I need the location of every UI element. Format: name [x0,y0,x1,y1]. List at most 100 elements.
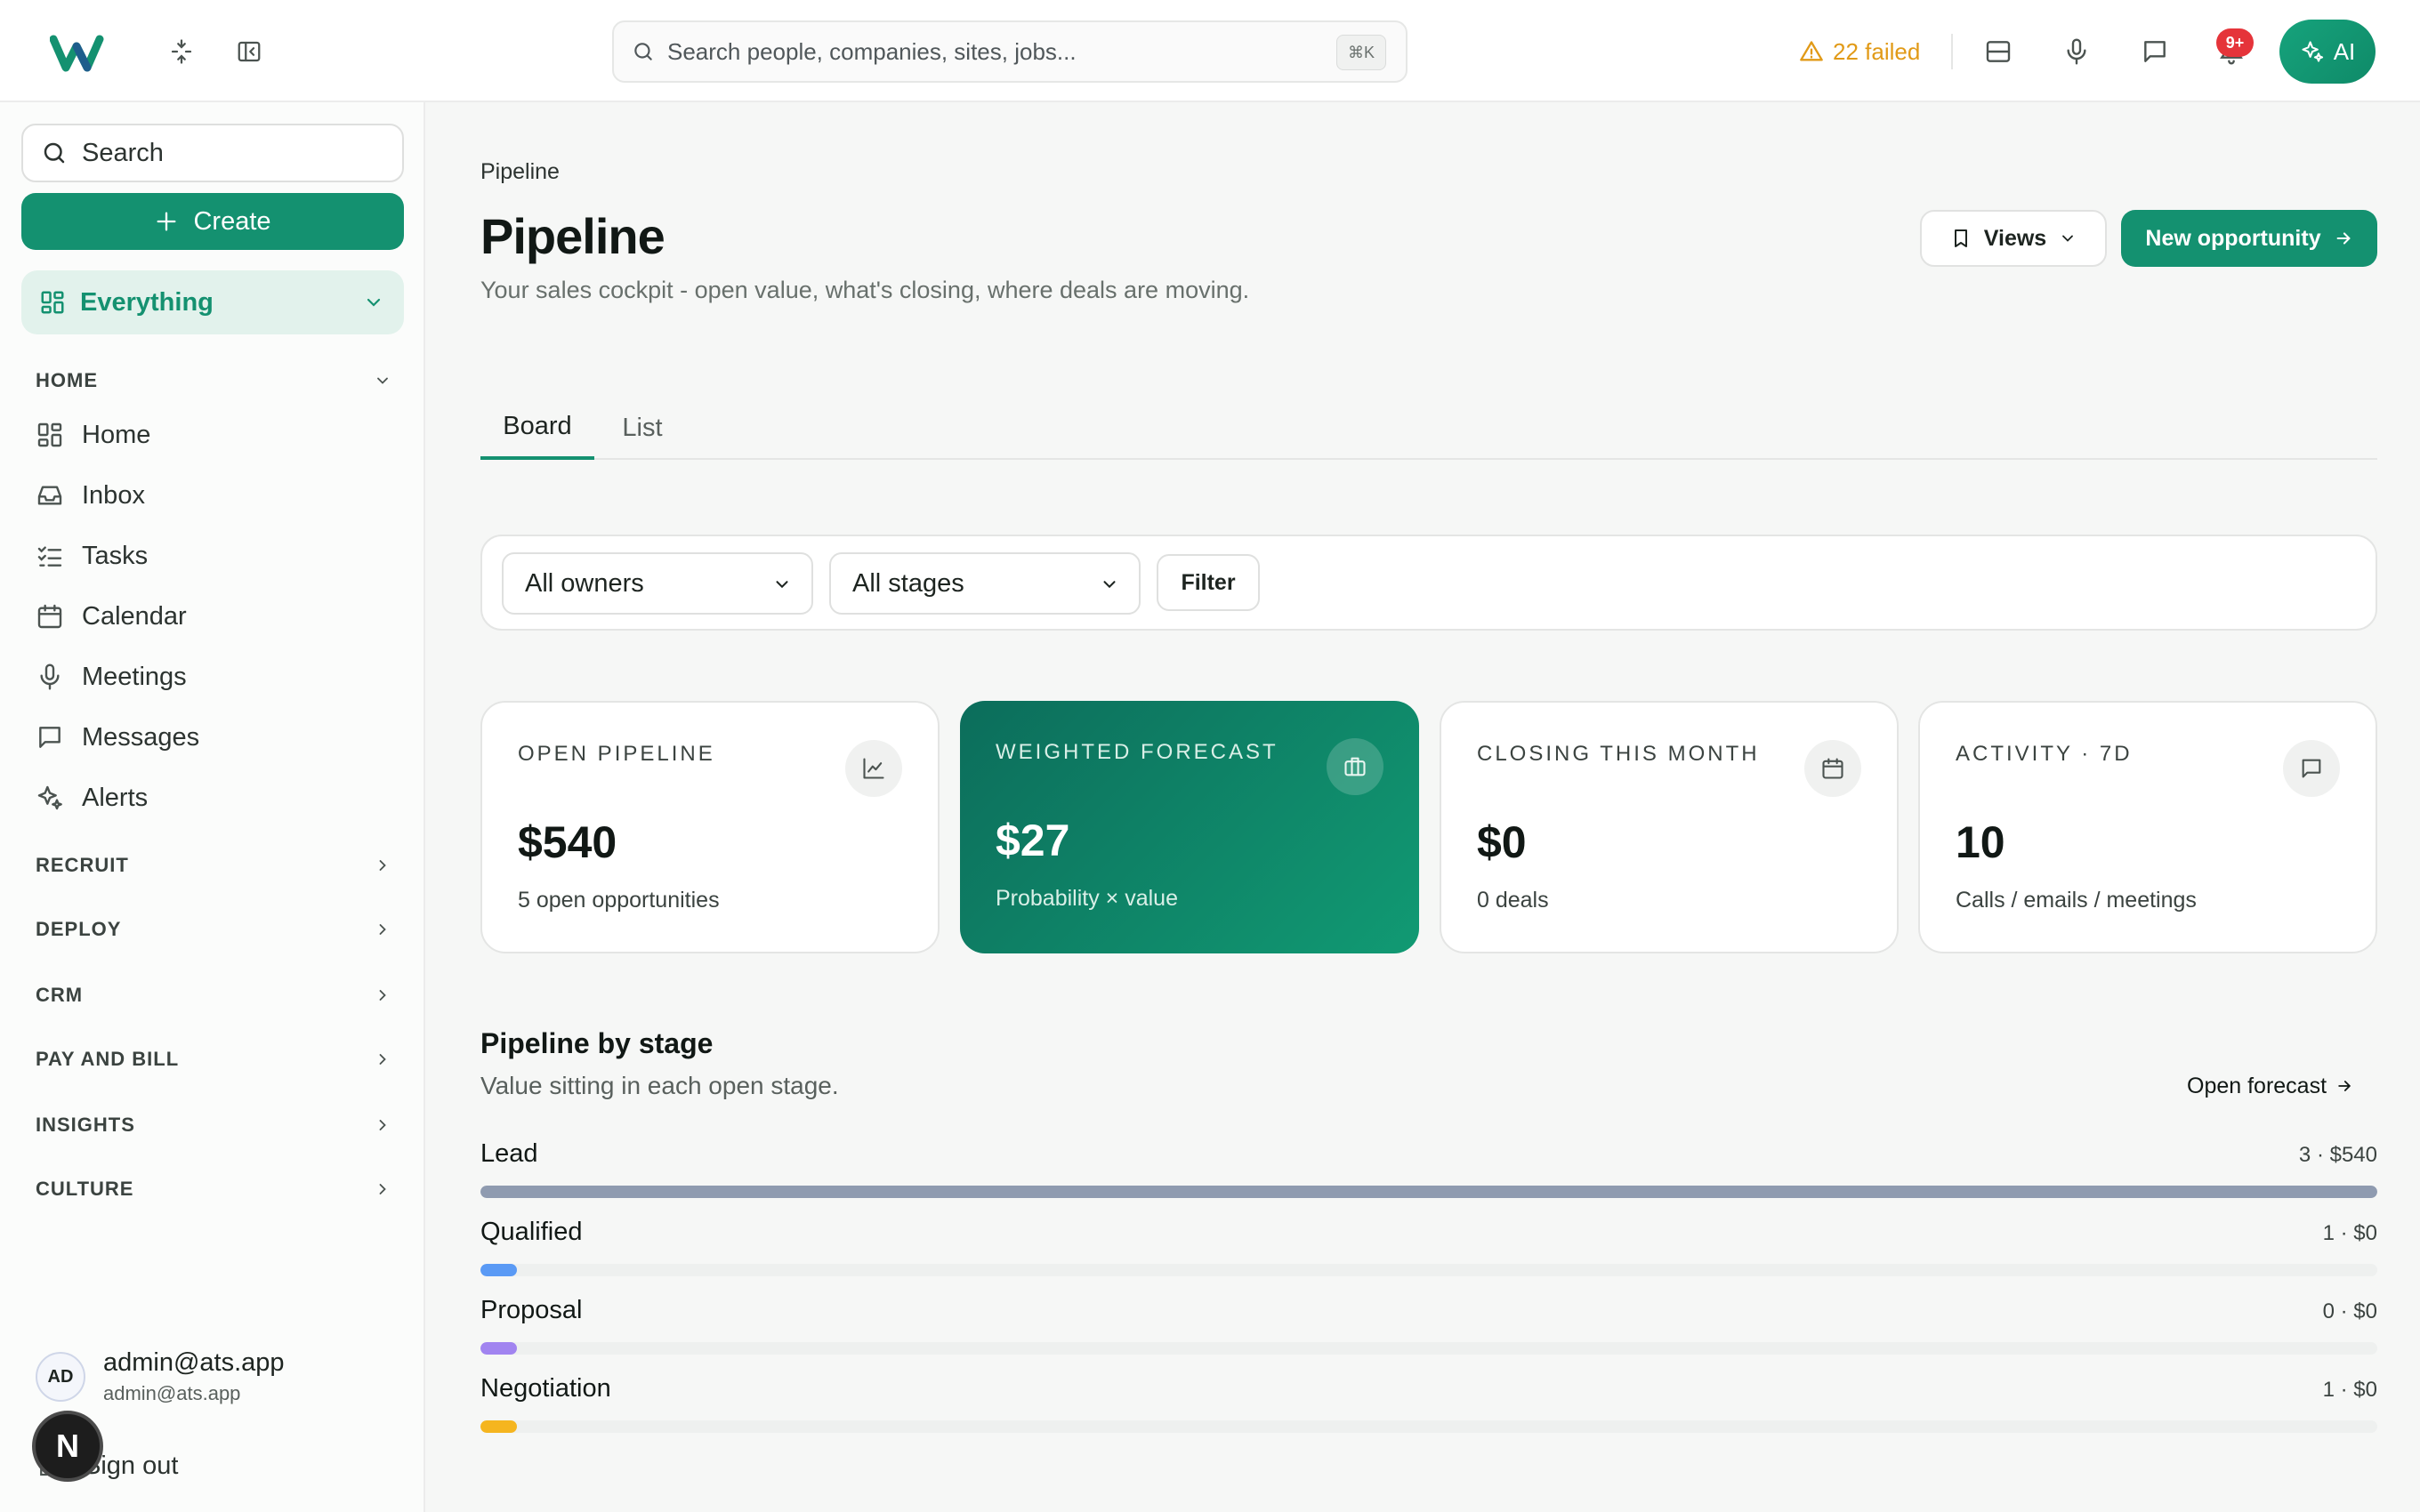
sidebar-section-insights[interactable]: INSIGHTS [36,1107,391,1143]
failed-jobs-indicator[interactable]: 22 failed [1799,32,1920,71]
dev-tools-badge[interactable]: N [32,1411,103,1482]
stat-label: CLOSING THIS MONTH [1477,742,1760,766]
chevron-right-icon [379,1054,386,1065]
section-label: CRM [36,984,84,1006]
sidebar-item-label: Messages [82,722,200,752]
user-profile[interactable]: AD admin@ats.app admin@ats.app [36,1343,391,1411]
stage-bar-track [480,1420,2377,1433]
sidebar-section-deploy[interactable]: DEPLOY [36,912,391,947]
section-label: HOME [36,369,98,391]
sidebar-item-meetings[interactable]: Meetings [36,654,391,700]
sidebar-item-label: Home [82,420,151,449]
tab-board[interactable]: Board [480,396,594,460]
topbar-divider [1951,34,1953,69]
pipeline-by-stage-subtitle: Value sitting in each open stage. [480,1072,839,1099]
new-opportunity-button[interactable]: New opportunity [2121,210,2377,267]
section-label: PAY AND BILL [36,1048,180,1070]
stage-bar-track [480,1186,2377,1198]
sidebar-item-label: Meetings [82,662,187,691]
sidebar-search-label: Search [82,138,164,167]
chat-icon [39,727,60,748]
chevron-down-icon [776,581,788,589]
stage-bar-fill [480,1342,517,1355]
chevron-right-icon [379,1120,386,1130]
arrow-right-icon [2338,1081,2351,1091]
sidebar-item-calendar[interactable]: Calendar [36,593,391,639]
sparkle-icon [37,785,62,810]
stat-value: $0 [1477,817,1527,867]
filter-bar: All owners All stages Filter [480,535,2377,631]
new-opportunity-label: New opportunity [2145,225,2321,251]
stage-select-value: All stages [852,568,964,598]
chevron-down-icon [1103,581,1116,589]
stage-name: Negotiation [480,1374,611,1403]
main-content: Pipeline Pipeline Your sales cockpit - o… [427,102,2420,1512]
sidebar-section-crm[interactable]: CRM [36,977,391,1013]
breadcrumb[interactable]: Pipeline [480,159,560,185]
ai-button-label: AI [2333,37,2356,65]
stat-card-activity[interactable]: ACTIVITY · 7D 10 Calls / emails / meetin… [1918,701,2377,953]
stage-bar-track [480,1342,2377,1355]
stage-row-proposal[interactable]: Proposal 0 · $0 [480,1296,2377,1367]
views-button[interactable]: Views [1920,210,2107,267]
messages-icon[interactable] [2134,30,2176,73]
stat-card-closing-this-month[interactable]: CLOSING THIS MONTH $0 0 deals [1440,701,1899,953]
filter-button[interactable]: Filter [1157,554,1260,611]
sidebar-item-home[interactable]: Home [36,412,391,458]
sparkle-icon [2302,41,2323,62]
chevron-right-icon [379,1184,386,1194]
stat-note: 0 deals [1477,888,1549,913]
user-name: admin@ats.app [103,1348,285,1377]
create-button[interactable]: Create [21,193,404,250]
sidebar: Search Create Everything HOME Home Inbox… [0,102,425,1512]
stat-value: 10 [1956,817,2005,867]
sidebar-toggle-icon[interactable] [228,30,270,73]
stat-note: Probability × value [996,886,1178,911]
sidebar-item-tasks[interactable]: Tasks [36,533,391,579]
sidebar-section-culture[interactable]: CULTURE [36,1171,391,1207]
stage-row-lead[interactable]: Lead 3 · $540 [480,1139,2377,1210]
sidebar-search-input[interactable]: Search [21,124,404,182]
search-shortcut: ⌘K [1335,35,1386,70]
sidebar-item-alerts[interactable]: Alerts [36,775,391,821]
stage-select[interactable]: All stages [829,552,1141,615]
stage-count-value: 0 · $0 [2322,1299,2377,1323]
stat-card-weighted-forecast[interactable]: WEIGHTED FORECAST $27 Probability × valu… [960,701,1419,953]
bookmark-icon [1954,229,1967,247]
microphone-icon [40,664,60,690]
sidebar-item-label: Calendar [82,601,187,631]
ai-assistant-button[interactable]: AI [2279,20,2376,84]
stat-label: ACTIVITY · 7D [1956,742,2133,766]
stat-card-open-pipeline[interactable]: OPEN PIPELINE $540 5 open opportunities [480,701,940,953]
sidebar-item-inbox[interactable]: Inbox [36,472,391,519]
search-icon [634,43,652,60]
workspace-logo-icon[interactable] [50,30,114,75]
chevron-down-icon [377,377,388,384]
open-forecast-link[interactable]: Open forecast [2187,1068,2353,1104]
tab-list[interactable]: List [594,396,690,460]
global-search-input[interactable]: Search people, companies, sites, jobs...… [612,20,1408,83]
stat-note: Calls / emails / meetings [1956,888,2197,913]
chevron-right-icon [379,990,386,1001]
workspace-label: Everything [80,287,214,317]
stat-value: $540 [518,817,617,867]
sidebar-section-pay-and-bill[interactable]: PAY AND BILL [36,1042,391,1077]
stage-row-qualified[interactable]: Qualified 1 · $0 [480,1218,2377,1289]
workspace-switcher[interactable]: Everything [21,270,404,334]
collapse-arrows-icon[interactable] [160,30,203,73]
sidebar-item-messages[interactable]: Messages [36,714,391,760]
microphone-icon[interactable] [2055,30,2098,73]
stage-row-negotiation[interactable]: Negotiation 1 · $0 [480,1374,2377,1445]
top-bar: Search people, companies, sites, jobs...… [0,0,2420,102]
sidebar-section-recruit[interactable]: RECRUIT [36,848,391,883]
sidebar-item-label: Tasks [82,541,149,570]
owner-select[interactable]: All owners [502,552,813,615]
calendar-icon [37,604,62,629]
stage-bar-fill [480,1264,517,1276]
open-forecast-label: Open forecast [2187,1073,2327,1098]
failed-jobs-label: 22 failed [1833,37,1921,65]
layout-panel-icon[interactable] [1977,30,2020,73]
chevron-down-icon [367,298,381,307]
sidebar-section-home[interactable]: HOME [36,363,391,398]
chat-icon [2283,740,2340,797]
